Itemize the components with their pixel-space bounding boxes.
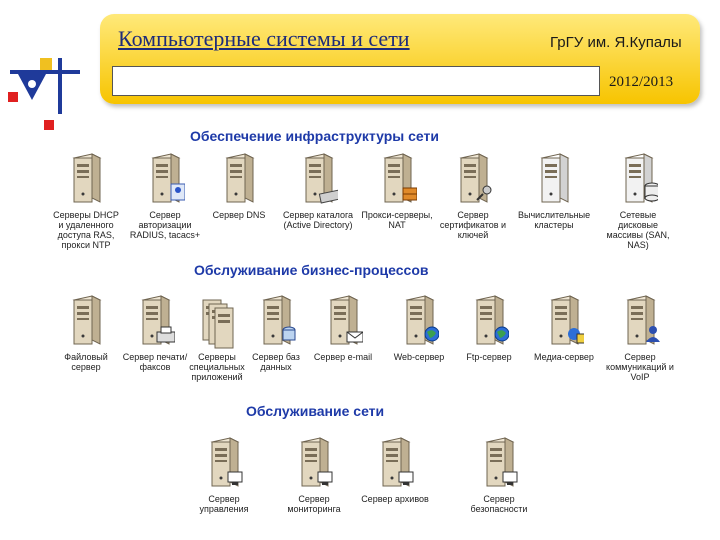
server-label: Прокси-серверы, NAT bbox=[361, 210, 433, 230]
university-name: ГрГУ им. Я.Купалы bbox=[550, 34, 682, 51]
server-tower-icon bbox=[294, 434, 334, 492]
server-item: Сервер e-mail bbox=[307, 292, 379, 362]
header-text-box bbox=[112, 66, 600, 96]
server-item: Вычислительные кластеры bbox=[518, 150, 590, 230]
server-tower-icon bbox=[618, 150, 658, 208]
globe-badge-icon bbox=[405, 295, 439, 345]
keyboard-badge-icon bbox=[304, 153, 338, 204]
server-tower-icon bbox=[145, 150, 185, 208]
mail-badge-icon bbox=[329, 295, 363, 345]
logo-dot bbox=[28, 80, 36, 88]
logo-square-yellow bbox=[40, 58, 52, 70]
globe-badge-icon bbox=[475, 295, 509, 345]
server-tower-icon bbox=[479, 434, 519, 492]
section-title-network-service: Обслуживание сети bbox=[246, 403, 385, 419]
server-item: Сервер архивов bbox=[359, 434, 431, 504]
key-badge-icon bbox=[459, 153, 492, 203]
server-tower-icon bbox=[453, 150, 493, 208]
server-item: Сервер авторизации RADIUS, tacacs+ bbox=[129, 150, 201, 240]
server-item: Серверы DHCP и удаленного доступа RAS, п… bbox=[50, 150, 122, 250]
section-title-business: Обслуживание бизнес-процессов bbox=[194, 262, 429, 278]
server-label: Сервер коммуникаций и VoIP bbox=[606, 352, 674, 382]
server-tower-icon bbox=[66, 292, 106, 350]
server-tower-icon bbox=[197, 292, 237, 350]
server-label: Сервер сертификатов и ключей bbox=[439, 210, 507, 240]
server-label: Сервер баз данных bbox=[252, 352, 300, 372]
server-tower-icon bbox=[135, 292, 175, 350]
server-item: Сетевые дисковые массивы (SAN, NAS) bbox=[602, 150, 674, 250]
server-tower-icon bbox=[377, 150, 417, 208]
page-title: Компьютерные системы и сети bbox=[118, 26, 410, 51]
firewall-badge-icon bbox=[383, 153, 417, 203]
server-tower-icon bbox=[469, 292, 509, 350]
server-tower-icon bbox=[375, 434, 415, 492]
server-icon bbox=[540, 153, 570, 203]
server-icon bbox=[72, 153, 102, 203]
server-item: Сервер безопасности bbox=[463, 434, 535, 514]
server-icon bbox=[72, 295, 102, 345]
server-tower-icon bbox=[620, 292, 660, 350]
server-label: Вычислительные кластеры bbox=[518, 210, 591, 230]
section-title-infrastructure: Обеспечение инфраструктуры сети bbox=[190, 128, 439, 144]
server-label: Сетевые дисковые массивы (SAN, NAS) bbox=[606, 210, 670, 250]
server-tower-icon bbox=[66, 150, 106, 208]
server-tower-icon bbox=[399, 292, 439, 350]
server-label: Сервер авторизации RADIUS, tacacs+ bbox=[129, 210, 201, 240]
server-item: Файловый сервер bbox=[50, 292, 122, 372]
server-item: Прокси-серверы, NAT bbox=[361, 150, 433, 230]
server-label: Сервер каталога (Active Directory) bbox=[282, 210, 354, 230]
server-item: Ftp-сервер bbox=[453, 292, 525, 362]
server-item: Сервер управления bbox=[188, 434, 260, 514]
server-label: Файловый сервер bbox=[64, 352, 108, 372]
logo-vertical-bar bbox=[58, 58, 62, 114]
server-tower-icon bbox=[298, 150, 338, 208]
server-label: Сервер DNS bbox=[212, 210, 266, 220]
media-badge-icon bbox=[550, 295, 584, 345]
server-label: Ftp-сервер bbox=[466, 352, 512, 362]
server-item: Сервер DNS bbox=[203, 150, 275, 220]
server-label: Сервер архивов bbox=[361, 494, 429, 504]
database-badge-icon bbox=[262, 295, 296, 345]
server-label: Сервер безопасности bbox=[470, 494, 528, 514]
monitor-badge-icon bbox=[381, 437, 414, 487]
person-badge-icon bbox=[626, 295, 660, 345]
server-item: Медиа-сервер bbox=[528, 292, 600, 362]
card-badge-icon bbox=[151, 153, 185, 203]
server-item: Сервер баз данных bbox=[240, 292, 312, 372]
server-icon bbox=[225, 153, 255, 203]
monitor-badge-icon bbox=[485, 437, 518, 487]
server-tower-icon bbox=[256, 292, 296, 350]
server-label: Серверы DHCP и удаленного доступа RAS, п… bbox=[53, 210, 119, 250]
server-item: Сервер сертификатов и ключей bbox=[437, 150, 509, 240]
monitor-badge-icon bbox=[300, 437, 333, 487]
server-label: Сервер мониторинга bbox=[287, 494, 341, 514]
server-tower-icon bbox=[219, 150, 259, 208]
server-label: Медиа-сервер bbox=[534, 352, 594, 362]
disk-badge-icon bbox=[624, 153, 658, 203]
monitor-badge-icon bbox=[210, 437, 243, 487]
server-item: Сервер каталога (Active Directory) bbox=[282, 150, 354, 230]
server-item: Web-сервер bbox=[383, 292, 455, 362]
server-item: Сервер коммуникаций и VoIP bbox=[604, 292, 676, 382]
logo-square-red-lower bbox=[44, 120, 54, 130]
academic-year: 2012/2013 bbox=[609, 74, 674, 90]
logo-square-red bbox=[8, 92, 18, 102]
server-tower-icon bbox=[323, 292, 363, 350]
server-label: Сервер управления bbox=[199, 494, 249, 514]
printer-badge-icon bbox=[141, 295, 175, 345]
server-item: Сервер мониторинга bbox=[278, 434, 350, 514]
server-tower-icon bbox=[544, 292, 584, 350]
server-label: Web-сервер bbox=[393, 352, 445, 362]
server-tower-icon bbox=[204, 434, 244, 492]
server-label: Сервер e-mail bbox=[313, 352, 373, 362]
server-icon bbox=[202, 299, 234, 349]
server-tower-icon bbox=[534, 150, 574, 208]
